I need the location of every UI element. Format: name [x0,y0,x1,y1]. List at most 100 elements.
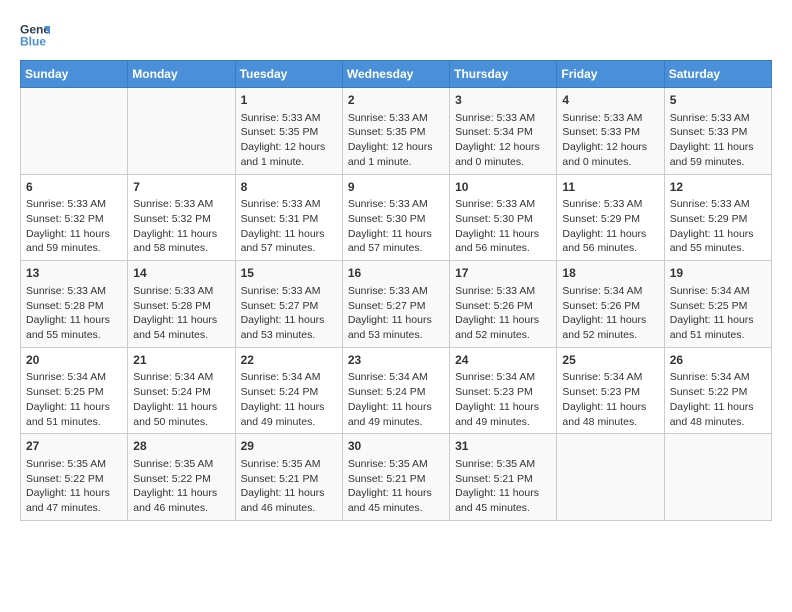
calendar-cell: 22Sunrise: 5:34 AM Sunset: 5:24 PM Dayli… [235,347,342,434]
day-info: Sunrise: 5:34 AM Sunset: 5:22 PM Dayligh… [670,370,766,429]
calendar-cell: 4Sunrise: 5:33 AM Sunset: 5:33 PM Daylig… [557,88,664,175]
weekday-friday: Friday [557,61,664,88]
calendar-cell: 18 Sunrise: 5:34 AM Sunset: 5:26 PM Dayli… [557,261,664,348]
calendar-cell: 30 Sunrise: 5:35 AM Sunset: 5:21 PM Dayli… [342,434,449,521]
day-number: 24 [455,352,551,369]
day-info: Sunrise: 5:34 AM Sunset: 5:24 PM Dayligh… [348,370,444,429]
calendar-cell: 3 Sunrise: 5:33 AM Sunset: 5:34 PM Daylig… [450,88,557,175]
day-number: 16 [348,265,444,282]
day-number: 31 [455,438,551,455]
calendar-cell: 10Sunrise: 5:33 AM Sunset: 5:30 PM Dayli… [450,174,557,261]
calendar-cell: 13 Sunrise: 5:33 AM Sunset: 5:28 PM Dayli… [21,261,128,348]
calendar-week-3: 13 Sunrise: 5:33 AM Sunset: 5:28 PM Dayli… [21,261,772,348]
weekday-header-row: SundayMondayTuesdayWednesdayThursdayFrid… [21,61,772,88]
calendar-body: 1 Sunrise: 5:33 AM Sunset: 5:35 PM Daylig… [21,88,772,521]
weekday-tuesday: Tuesday [235,61,342,88]
weekday-saturday: Saturday [664,61,771,88]
calendar-cell: 1 Sunrise: 5:33 AM Sunset: 5:35 PM Daylig… [235,88,342,175]
day-number: 6 [26,179,122,196]
calendar-cell: 21Sunrise: 5:34 AM Sunset: 5:24 PM Dayli… [128,347,235,434]
calendar-cell: 25Sunrise: 5:34 AM Sunset: 5:23 PM Dayli… [557,347,664,434]
day-number: 11 [562,179,658,196]
calendar-cell: 16 Sunrise: 5:33 AM Sunset: 5:27 PM Dayli… [342,261,449,348]
calendar-cell: 27 Sunrise: 5:35 AM Sunset: 5:22 PM Dayli… [21,434,128,521]
day-info: Sunrise: 5:34 AM Sunset: 5:23 PM Dayligh… [455,370,551,429]
day-number: 9 [348,179,444,196]
calendar-cell: 2 Sunrise: 5:33 AM Sunset: 5:35 PM Daylig… [342,88,449,175]
day-number: 3 [455,92,551,109]
day-number: 8 [241,179,337,196]
day-info: Sunrise: 5:33 AM Sunset: 5:33 PM Dayligh… [670,111,766,170]
calendar-cell: 19 Sunrise: 5:34 AM Sunset: 5:25 PM Dayli… [664,261,771,348]
day-info: Sunrise: 5:33 AM Sunset: 5:30 PM Dayligh… [455,197,551,256]
day-info: Sunrise: 5:35 AM Sunset: 5:22 PM Dayligh… [26,457,122,516]
calendar-cell: 6Sunrise: 5:33 AM Sunset: 5:32 PM Daylig… [21,174,128,261]
calendar-cell [664,434,771,521]
day-number: 22 [241,352,337,369]
day-info: Sunrise: 5:34 AM Sunset: 5:23 PM Dayligh… [562,370,658,429]
day-number: 21 [133,352,229,369]
day-number: 20 [26,352,122,369]
day-info: Sunrise: 5:35 AM Sunset: 5:21 PM Dayligh… [348,457,444,516]
calendar-cell: 31 Sunrise: 5:35 AM Sunset: 5:21 PM Dayli… [450,434,557,521]
calendar-cell [21,88,128,175]
day-number: 27 [26,438,122,455]
calendar-cell: 24Sunrise: 5:34 AM Sunset: 5:23 PM Dayli… [450,347,557,434]
day-info: Sunrise: 5:34 AM Sunset: 5:24 PM Dayligh… [133,370,229,429]
day-number: 2 [348,92,444,109]
day-number: 23 [348,352,444,369]
day-number: 1 [241,92,337,109]
calendar-week-5: 27 Sunrise: 5:35 AM Sunset: 5:22 PM Dayli… [21,434,772,521]
calendar-week-4: 20Sunrise: 5:34 AM Sunset: 5:25 PM Dayli… [21,347,772,434]
day-info: Sunrise: 5:35 AM Sunset: 5:22 PM Dayligh… [133,457,229,516]
day-info: Sunrise: 5:33 AM Sunset: 5:27 PM Dayligh… [348,284,444,343]
day-info: Sunrise: 5:34 AM Sunset: 5:26 PM Dayligh… [562,284,658,343]
calendar-cell: 5 Sunrise: 5:33 AM Sunset: 5:33 PM Daylig… [664,88,771,175]
calendar-cell: 15 Sunrise: 5:33 AM Sunset: 5:27 PM Dayli… [235,261,342,348]
calendar-cell [128,88,235,175]
weekday-monday: Monday [128,61,235,88]
logo: General Blue [20,20,50,50]
day-info: Sunrise: 5:33 AM Sunset: 5:35 PM Dayligh… [241,111,337,170]
calendar-cell: 14Sunrise: 5:33 AM Sunset: 5:28 PM Dayli… [128,261,235,348]
calendar-table: SundayMondayTuesdayWednesdayThursdayFrid… [20,60,772,521]
day-number: 12 [670,179,766,196]
day-info: Sunrise: 5:33 AM Sunset: 5:34 PM Dayligh… [455,111,551,170]
day-number: 13 [26,265,122,282]
day-info: Sunrise: 5:33 AM Sunset: 5:31 PM Dayligh… [241,197,337,256]
calendar-cell: 9Sunrise: 5:33 AM Sunset: 5:30 PM Daylig… [342,174,449,261]
day-info: Sunrise: 5:33 AM Sunset: 5:29 PM Dayligh… [562,197,658,256]
day-number: 5 [670,92,766,109]
day-info: Sunrise: 5:33 AM Sunset: 5:32 PM Dayligh… [133,197,229,256]
calendar-cell: 28Sunrise: 5:35 AM Sunset: 5:22 PM Dayli… [128,434,235,521]
day-info: Sunrise: 5:34 AM Sunset: 5:25 PM Dayligh… [26,370,122,429]
day-number: 15 [241,265,337,282]
day-number: 26 [670,352,766,369]
calendar-cell: 7Sunrise: 5:33 AM Sunset: 5:32 PM Daylig… [128,174,235,261]
day-info: Sunrise: 5:34 AM Sunset: 5:24 PM Dayligh… [241,370,337,429]
day-number: 19 [670,265,766,282]
day-number: 10 [455,179,551,196]
day-info: Sunrise: 5:33 AM Sunset: 5:28 PM Dayligh… [26,284,122,343]
logo-icon: General Blue [20,20,50,50]
day-info: Sunrise: 5:33 AM Sunset: 5:35 PM Dayligh… [348,111,444,170]
day-info: Sunrise: 5:35 AM Sunset: 5:21 PM Dayligh… [455,457,551,516]
calendar-cell: 23Sunrise: 5:34 AM Sunset: 5:24 PM Dayli… [342,347,449,434]
day-number: 30 [348,438,444,455]
day-info: Sunrise: 5:33 AM Sunset: 5:33 PM Dayligh… [562,111,658,170]
day-number: 29 [241,438,337,455]
day-info: Sunrise: 5:33 AM Sunset: 5:30 PM Dayligh… [348,197,444,256]
calendar-cell: 12Sunrise: 5:33 AM Sunset: 5:29 PM Dayli… [664,174,771,261]
day-info: Sunrise: 5:33 AM Sunset: 5:28 PM Dayligh… [133,284,229,343]
calendar-cell: 29Sunrise: 5:35 AM Sunset: 5:21 PM Dayli… [235,434,342,521]
weekday-wednesday: Wednesday [342,61,449,88]
day-info: Sunrise: 5:33 AM Sunset: 5:29 PM Dayligh… [670,197,766,256]
day-info: Sunrise: 5:34 AM Sunset: 5:25 PM Dayligh… [670,284,766,343]
day-number: 17 [455,265,551,282]
calendar-cell: 26Sunrise: 5:34 AM Sunset: 5:22 PM Dayli… [664,347,771,434]
day-number: 18 [562,265,658,282]
calendar-cell: 8Sunrise: 5:33 AM Sunset: 5:31 PM Daylig… [235,174,342,261]
day-info: Sunrise: 5:33 AM Sunset: 5:32 PM Dayligh… [26,197,122,256]
day-info: Sunrise: 5:33 AM Sunset: 5:27 PM Dayligh… [241,284,337,343]
calendar-cell: 11Sunrise: 5:33 AM Sunset: 5:29 PM Dayli… [557,174,664,261]
